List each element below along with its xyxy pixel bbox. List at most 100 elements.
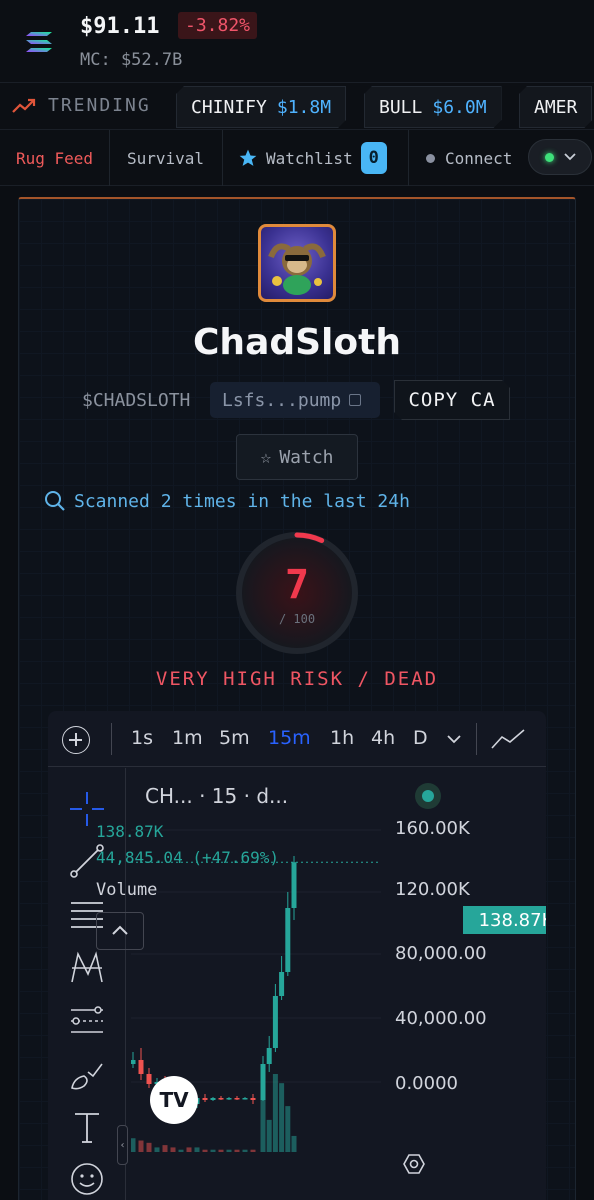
watchlist-count-badge: 0 <box>360 142 387 174</box>
nav-watchlist[interactable]: Watchlist 0 <box>238 130 387 186</box>
candle-body <box>291 862 297 908</box>
nav-watchlist-label: Watchlist <box>266 148 353 168</box>
sol-price: $91.11 <box>80 14 160 39</box>
candle-body <box>202 1098 208 1100</box>
star-icon <box>239 149 257 166</box>
legend-volume-change: 44,845.04 (+47.69%) <box>96 848 280 867</box>
volume-bar <box>202 1149 208 1152</box>
star-outline-icon: ☆ <box>260 446 272 468</box>
trending-label: TRENDING <box>48 95 151 116</box>
volume-bar <box>170 1147 176 1152</box>
timeframe-d[interactable]: D <box>413 727 428 749</box>
volume-bar <box>234 1149 240 1152</box>
trending-item-amer[interactable]: AMER <box>519 86 592 128</box>
y-tick-label: 40,000.00 <box>395 1008 487 1029</box>
watch-label: Watch <box>279 446 334 468</box>
connect-wallet-button[interactable]: Connect <box>426 130 512 186</box>
volume-label: Volume <box>96 880 158 900</box>
nav-survival[interactable]: Survival <box>127 130 204 186</box>
timeframe-1s[interactable]: 1s <box>131 727 153 749</box>
toolbar-divider <box>111 723 112 755</box>
solana-icon <box>26 32 52 52</box>
volume-bar <box>266 1119 272 1152</box>
trending-up-icon <box>12 98 36 113</box>
copy-ca-button[interactable]: COPY CA <box>394 380 510 420</box>
timeframe-1m[interactable]: 1m <box>172 727 203 749</box>
nav-divider <box>408 130 409 186</box>
scan-info: Scanned 2 times in the last 24h <box>44 490 410 512</box>
y-tick-label: 80,000.00 <box>395 943 487 964</box>
symbol-legend[interactable]: CH... · 15 · d... <box>145 784 288 808</box>
scan-text: Scanned 2 times in the last 24h <box>74 490 410 512</box>
trending-item-amount: $6.0M <box>432 96 487 118</box>
search-icon <box>45 491 65 511</box>
timeframe-4h[interactable]: 4h <box>371 727 395 749</box>
candle-body <box>210 1098 216 1100</box>
emoji-icon[interactable] <box>68 1160 106 1198</box>
network-status-toggle[interactable] <box>528 139 592 175</box>
collapse-legend-button[interactable] <box>96 912 144 950</box>
add-indicator-icon[interactable] <box>62 726 90 754</box>
chart-type-icon[interactable] <box>490 727 526 751</box>
main-nav: Rug Feed Survival Watchlist 0 Connect <box>0 130 594 186</box>
volume-bar <box>226 1149 232 1152</box>
timeframe-15m[interactable]: 15m <box>268 727 311 749</box>
volume-bar <box>162 1145 168 1152</box>
tradingview-logo[interactable]: TV <box>150 1076 198 1124</box>
online-dot-icon <box>544 152 554 162</box>
contract-address[interactable]: Lsfs...pump <box>210 382 380 418</box>
volume-bar <box>210 1149 216 1152</box>
pattern-icon[interactable] <box>68 948 106 986</box>
candle-body <box>226 1098 232 1100</box>
status-dot-icon <box>426 153 435 163</box>
connect-label: Connect <box>445 148 513 168</box>
trending-item-bull[interactable]: BULL $6.0M <box>364 86 502 128</box>
volume-bar <box>186 1147 192 1152</box>
risk-level-label: VERY HIGH RISK / DEAD <box>155 668 439 690</box>
prediction-icon[interactable] <box>68 1002 106 1040</box>
toolbar-divider <box>476 723 477 755</box>
brush-icon[interactable] <box>68 1056 106 1094</box>
text-tool-icon[interactable] <box>68 1108 106 1146</box>
timeframe-toolbar: 1s 1m 5m 15m 1h 4h D <box>48 711 546 767</box>
contract-address-text: Lsfs...pump <box>222 389 342 411</box>
volume-bar <box>279 1083 285 1152</box>
volume-bar <box>154 1147 160 1152</box>
candle-body <box>218 1098 224 1100</box>
y-tick-label: 160.00K <box>395 818 470 839</box>
volume-bar <box>291 1135 297 1152</box>
chart-plot-area[interactable]: CH... · 15 · d... 138.87K 160.00K 120.00… <box>130 768 546 1200</box>
candle-body <box>266 1048 272 1064</box>
trending-item-chinify[interactable]: CHINIFY $1.8M <box>176 86 346 128</box>
nav-rug-feed[interactable]: Rug Feed <box>16 130 93 186</box>
candlestick-chart <box>130 829 381 1152</box>
price-bar: $91.11 -3.82% MC: $52.7B <box>0 0 594 82</box>
chevron-down-icon[interactable] <box>447 735 461 744</box>
collapse-toolbar-button[interactable]: ‹ <box>117 1125 128 1165</box>
candle-body <box>250 1098 256 1100</box>
volume-bar <box>285 1106 291 1152</box>
candle-body <box>234 1098 240 1100</box>
candle-body <box>130 1060 136 1064</box>
price-change-badge: -3.82% <box>178 12 258 39</box>
candle-body <box>279 972 285 996</box>
trending-item-name: AMER <box>534 96 578 118</box>
volume-bar <box>194 1147 200 1152</box>
risk-score-max: / 100 <box>278 612 316 626</box>
last-price-tag: 138.87K <box>463 906 546 934</box>
timeframe-5m[interactable]: 5m <box>219 727 250 749</box>
chevron-up-icon <box>112 925 128 935</box>
timeframe-1h[interactable]: 1h <box>330 727 354 749</box>
legend-price: 138.87K <box>96 822 164 841</box>
live-indicator-icon <box>415 783 441 809</box>
trending-bar: TRENDING CHINIFY $1.8M BULL $6.0M AMER <box>0 82 594 130</box>
token-name: ChadSloth <box>193 322 401 363</box>
volume-bar <box>146 1142 152 1152</box>
nav-divider <box>109 130 110 186</box>
trending-item-name: CHINIFY <box>191 96 267 118</box>
settings-icon[interactable] <box>402 1152 426 1176</box>
y-tick-label: 120.00K <box>395 879 470 900</box>
nav-divider <box>222 130 223 186</box>
watch-button[interactable]: ☆ Watch <box>236 434 358 480</box>
candle-body <box>285 908 291 972</box>
